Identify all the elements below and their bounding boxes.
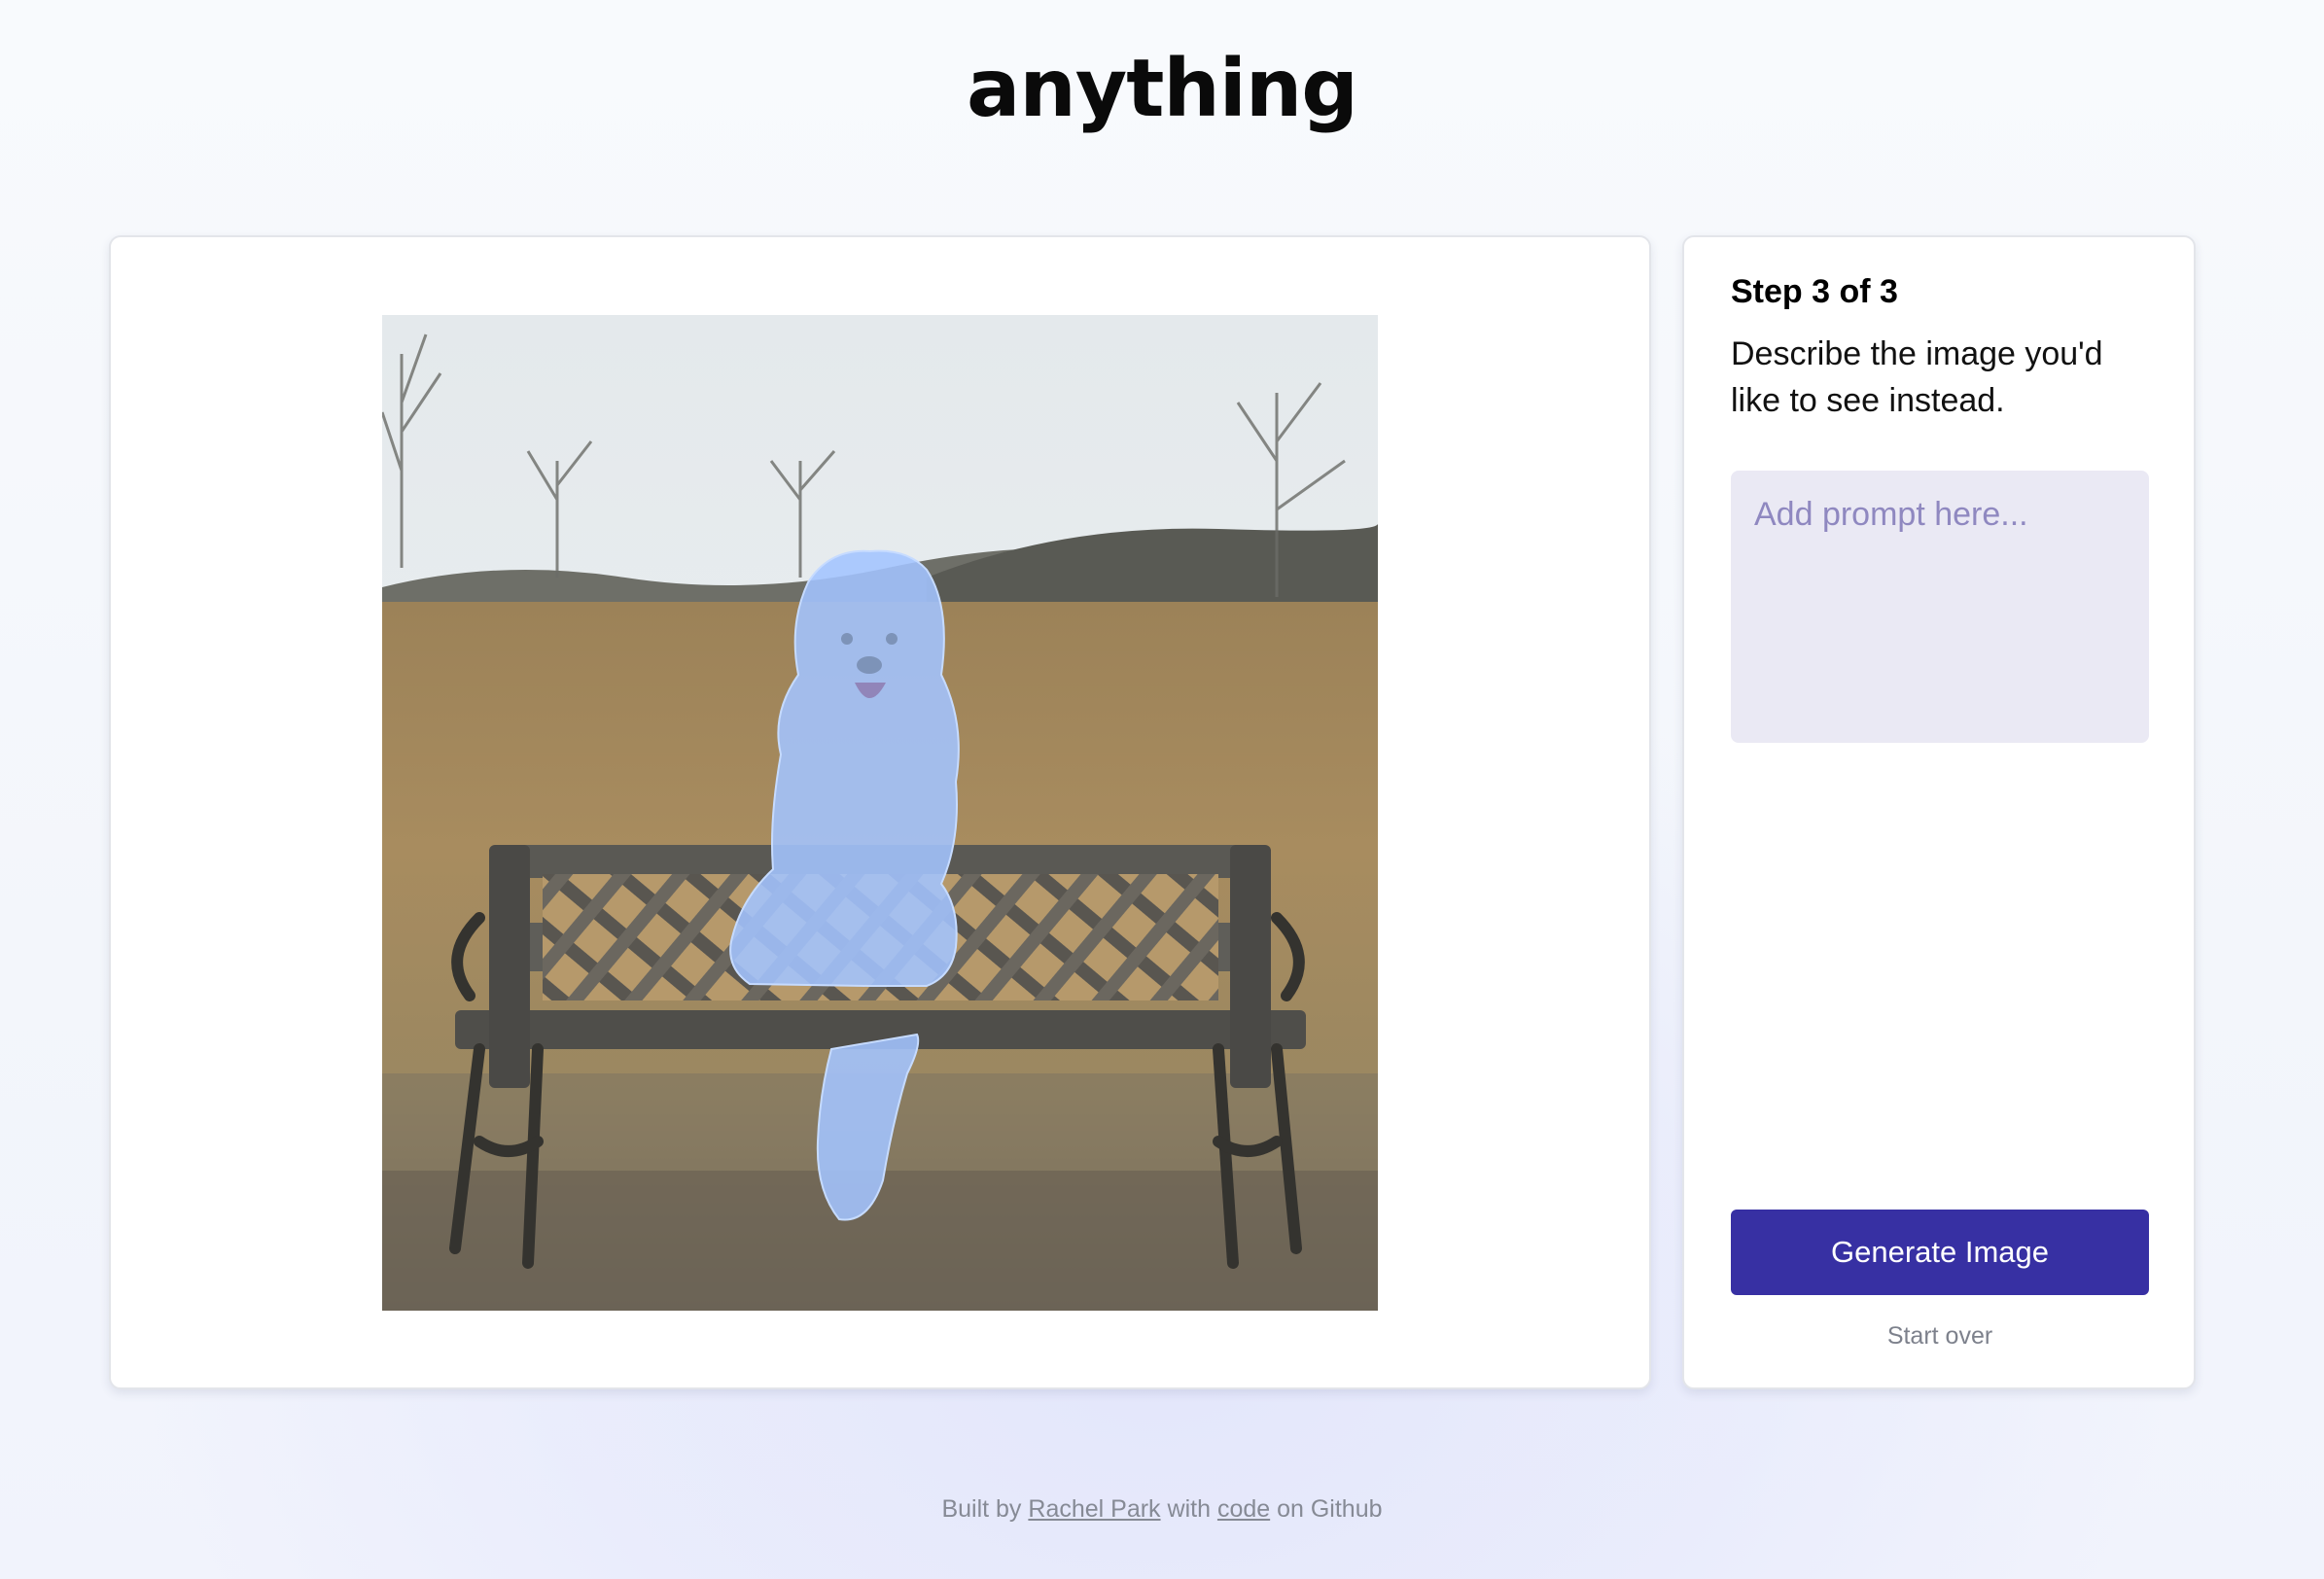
code-link[interactable]: code xyxy=(1217,1495,1270,1523)
masked-photo[interactable] xyxy=(382,315,1378,1311)
step-description: Describe the image you'd like to see ins… xyxy=(1731,335,2103,419)
generate-image-button[interactable]: Generate Image xyxy=(1731,1210,2149,1295)
step-indicator: Step 3 of 3 xyxy=(1731,273,1898,310)
app-logo: anything xyxy=(967,43,1358,135)
footer-on-github: on Github xyxy=(1277,1495,1383,1523)
image-panel xyxy=(109,235,1651,1389)
start-over-link[interactable]: Start over xyxy=(1731,1322,2149,1351)
prompt-panel: Step 3 of 3 Describe the image you'd lik… xyxy=(1682,235,2196,1389)
footer: Built by Rachel Park with code on Github xyxy=(0,1495,2324,1524)
footer-with: with xyxy=(1167,1495,1211,1523)
author-link[interactable]: Rachel Park xyxy=(1028,1495,1160,1523)
footer-built-by: Built by xyxy=(941,1495,1022,1523)
prompt-input[interactable] xyxy=(1731,471,2149,743)
